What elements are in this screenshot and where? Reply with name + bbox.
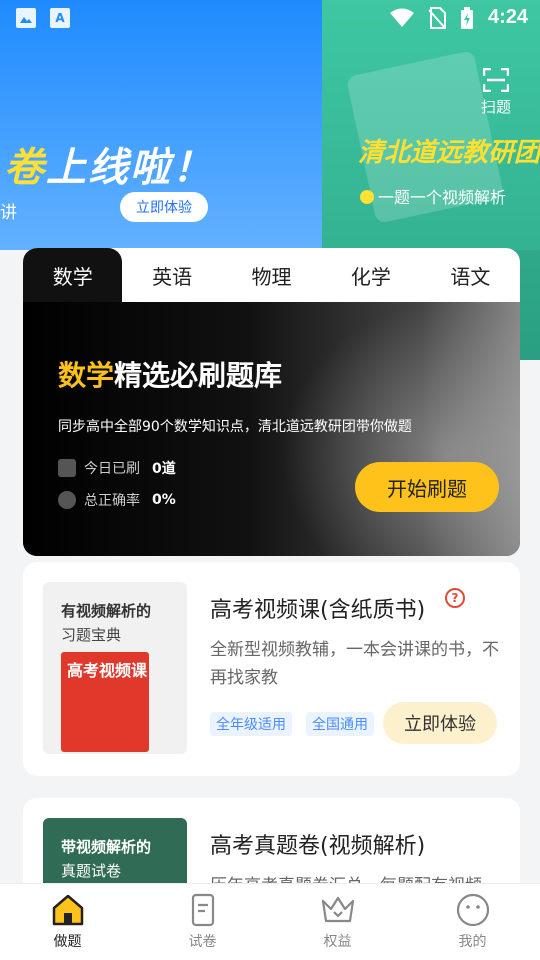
home-icon — [50, 893, 86, 927]
check-icon — [360, 189, 374, 204]
product-cover: 有视频解析的 习题宝典 高考视频课 — [43, 582, 187, 754]
tag-nationwide: 全国通用 — [306, 712, 374, 736]
image-icon — [16, 8, 36, 28]
tab-english[interactable]: 英语 — [122, 248, 221, 302]
product-description: 全新型视频教辅，一本会讲课的书，不再找家教 — [210, 640, 499, 688]
profile-icon — [455, 893, 491, 927]
subject-tabs: 数学 英语 物理 化学 语文 — [23, 248, 520, 302]
accuracy-label: 总正确率 — [84, 493, 140, 509]
banner-right-subtitle: 一题一个视频解析 — [360, 184, 506, 208]
cover-line-2: 习题宝典 — [61, 626, 122, 644]
tag-all-grades: 全年级适用 — [210, 712, 292, 736]
start-practice-button[interactable]: 开始刷题 — [355, 462, 499, 512]
cover-line-1: 带视频解析的 — [61, 838, 152, 856]
accuracy-value: 0% — [152, 492, 176, 508]
bottom-navigation: 做题 试卷 权益 我的 — [0, 884, 540, 960]
translate-icon: A — [50, 8, 70, 28]
accuracy-stat: 总正确率 0% — [58, 490, 176, 510]
scan-button[interactable]: 扫题 — [476, 67, 516, 117]
tab-chemistry[interactable]: 化学 — [321, 248, 420, 302]
subject-card: 数学 英语 物理 化学 语文 数学精选必刷题库 同步高中全部90个数学知识点，清… — [23, 248, 520, 556]
product-title: 高考真题卷(视频解析) — [210, 834, 426, 859]
subject-panel: 数学精选必刷题库 同步高中全部90个数学知识点，清北道远教研团带你做题 今日已刷… — [23, 302, 520, 556]
nav-item-papers[interactable]: 试卷 — [135, 884, 270, 960]
crown-icon — [320, 893, 356, 927]
nav-item-practice[interactable]: 做题 — [0, 884, 135, 960]
banner-right-title: 清北道远教研团 — [358, 138, 540, 168]
paper-icon — [185, 893, 221, 927]
nav-label-profile: 我的 — [458, 934, 487, 950]
try-now-button[interactable]: 立即体验 — [383, 702, 497, 744]
banner-headline-text: 上线啦！ — [46, 145, 214, 191]
product-title: 高考视频课(含纸质书) — [210, 598, 426, 623]
wifi-icon — [389, 8, 414, 27]
check-circle-icon — [58, 491, 76, 509]
nav-item-benefits[interactable]: 权益 — [270, 884, 405, 960]
help-icon[interactable]: ? — [445, 588, 465, 608]
banner-headline-highlight: 卷 — [4, 145, 46, 191]
tab-math[interactable]: 数学 — [23, 248, 123, 302]
cover-line-1: 有视频解析的 — [61, 602, 152, 620]
nav-label-papers: 试卷 — [188, 934, 217, 950]
no-sim-icon — [428, 6, 446, 29]
book-cover-title: 高考视频课 — [67, 661, 148, 680]
document-icon — [58, 459, 76, 477]
book-cover-image: 高考视频课 — [61, 652, 149, 752]
tab-chinese[interactable]: 语文 — [421, 248, 520, 302]
today-count-value: 0道 — [152, 461, 176, 477]
tab-physics[interactable]: 物理 — [222, 248, 321, 302]
nav-item-profile[interactable]: 我的 — [405, 884, 540, 960]
clock: 4:24 — [487, 6, 528, 28]
today-count-stat: 今日已刷 0道 — [58, 458, 176, 478]
banner-right-subtitle-text: 一题一个视频解析 — [378, 188, 507, 207]
banner-try-button[interactable]: 立即体验 — [120, 192, 208, 222]
subject-title-rest: 精选必刷题库 — [114, 359, 283, 392]
scan-icon — [482, 67, 510, 93]
scan-label: 扫题 — [480, 98, 511, 116]
nav-label-practice: 做题 — [53, 934, 82, 950]
banner-headline: 卷上线啦！ — [4, 135, 214, 193]
subject-title-highlight: 数学 — [58, 359, 115, 392]
banner-subtitle: 讲 — [0, 203, 17, 223]
cover-line-2: 真题试卷 — [61, 862, 122, 880]
subject-description: 同步高中全部90个数学知识点，清北道远教研团带你做题 — [58, 419, 412, 435]
nav-label-benefits: 权益 — [323, 934, 352, 950]
status-bar: A 4:24 — [0, 0, 540, 36]
subject-title: 数学精选必刷题库 — [58, 354, 282, 394]
battery-icon — [460, 6, 473, 29]
today-count-label: 今日已刷 — [84, 461, 140, 477]
product-card-video-course[interactable]: 有视频解析的 习题宝典 高考视频课 高考视频课(含纸质书) ? 全新型视频教辅，… — [23, 562, 520, 776]
